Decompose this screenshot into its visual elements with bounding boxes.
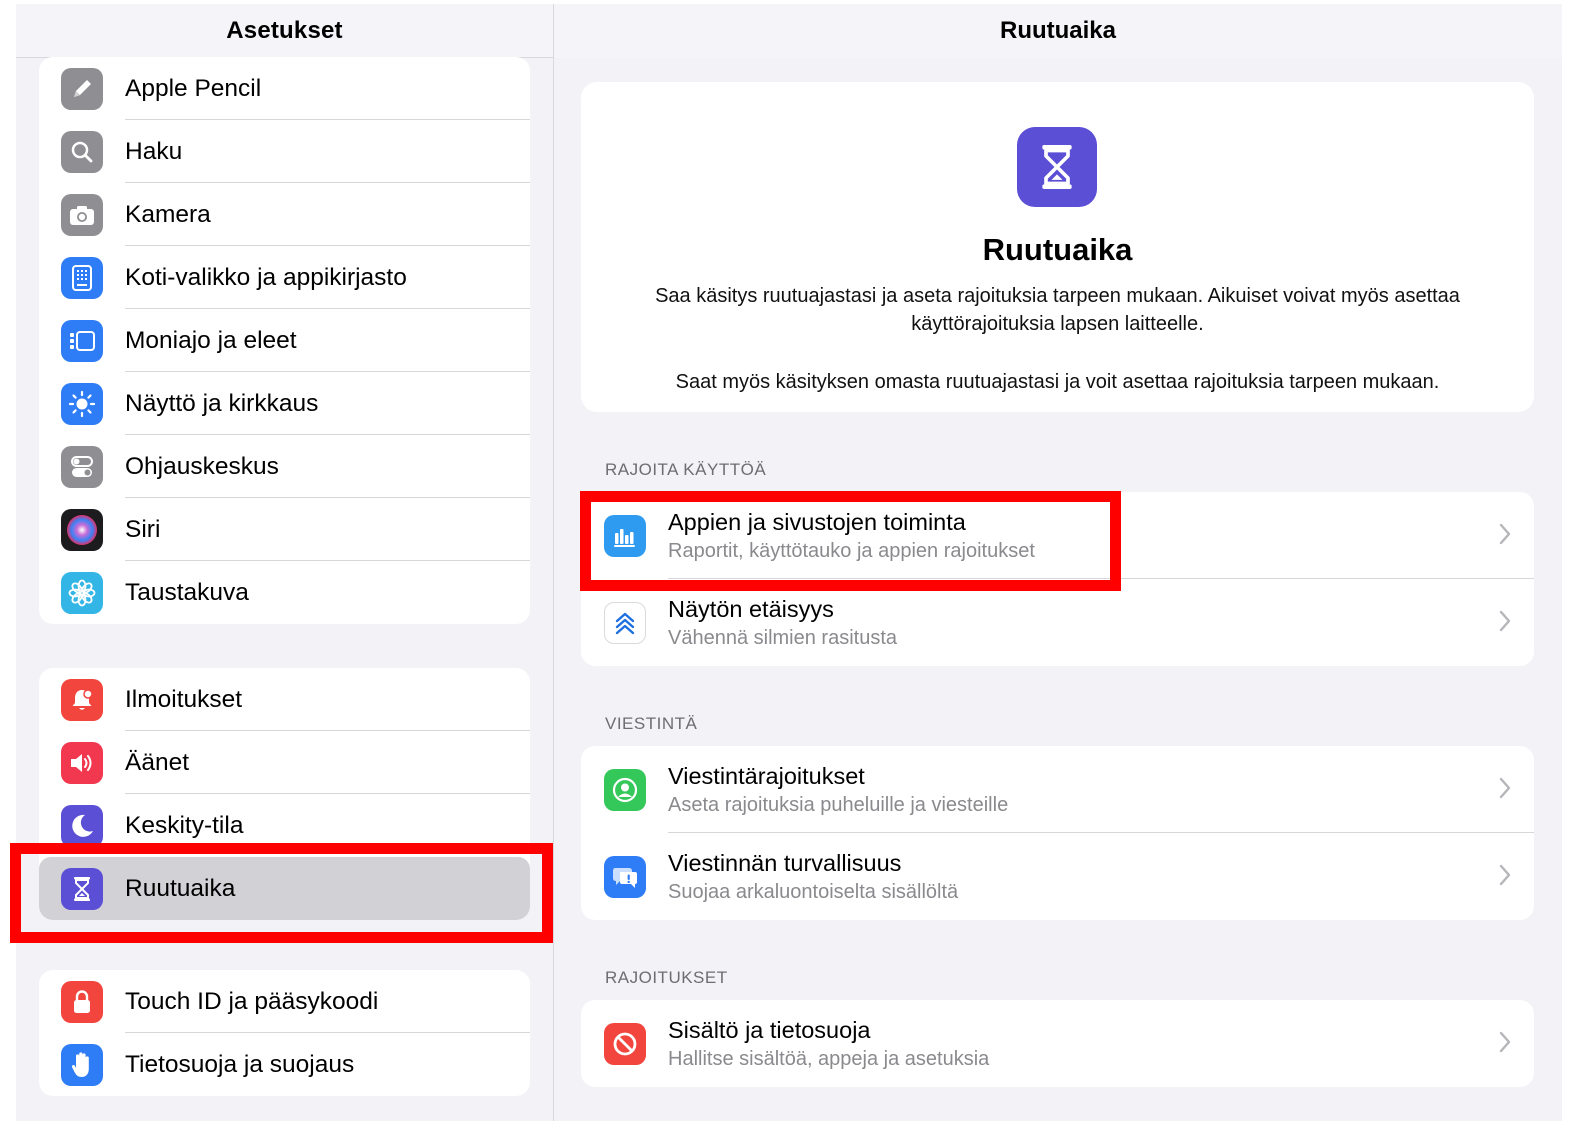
notification-bell-icon [61,678,103,721]
detail-pane: Ruutuaika Ruutuaika Saa käsitys ruutuaja… [554,4,1562,1121]
sidebar-group-general: Apple Pencil Haku Kamera Koti-valikko ja… [39,57,530,624]
row-title: Viestinnän turvallisuus [668,849,902,876]
row-title: Appien ja sivustojen toiminta [668,508,966,535]
chevron-right-icon [1499,523,1511,545]
detail-title: Ruutuaika [554,4,1562,58]
hourglass-icon [1017,127,1097,207]
hero-description: Saa käsitys ruutuajastasi ja aseta rajoi… [655,285,1460,335]
brightness-icon [61,382,103,425]
row-title: Viestintärajoitukset [668,762,865,789]
sidebar-item-siri[interactable]: Siri [39,498,530,561]
sidebar-item-ohjauskeskus[interactable]: Ohjauskeskus [39,435,530,498]
section-restrictions: Sisältö ja tietosuoja Hallitse sisältöä,… [581,1000,1534,1087]
sidebar-item-label: Taustakuva [125,578,249,606]
sidebar-item-aanet[interactable]: Äänet [39,731,530,794]
sidebar-item-label: Moniajo ja eleet [125,326,297,354]
row-subtitle: Hallitse sisältöä, appeja ja asetuksia [668,1047,990,1070]
row-title: Sisältö ja tietosuoja [668,1016,871,1043]
multitasking-icon [61,319,103,362]
sidebar-item-kamera[interactable]: Kamera [39,183,530,246]
sidebar-item-label: Ruutuaika [125,874,236,902]
chevron-right-icon [1499,1031,1511,1053]
camera-icon [61,193,103,236]
row-subtitle: Suojaa arkaluontoiselta sisällöltä [668,880,959,903]
communication-safety-row[interactable]: Viestinnän turvallisuus Suojaa arkaluont… [581,833,1534,920]
sidebar-item-label: Haku [125,137,183,165]
row-subtitle: Vähennä silmien rasitusta [668,626,898,649]
section-communication: Viestintärajoitukset Aseta rajoituksia p… [581,746,1534,920]
sidebar-item-taustakuva[interactable]: Taustakuva [39,561,530,624]
screen-distance-row[interactable]: Näytön etäisyys Vähennä silmien rasitust… [581,579,1534,666]
screen-time-hero-card: Ruutuaika Saa käsitys ruutuajastasi ja a… [581,82,1534,412]
flower-icon [61,571,103,614]
sidebar-item-label: Apple Pencil [125,74,262,102]
sidebar-item-apple-pencil[interactable]: Apple Pencil [39,57,530,120]
bar-chart-icon [604,514,646,557]
chevrons-up-icon [604,601,646,644]
sidebar-item-label: Keskity-tila [125,811,244,839]
search-icon [61,130,103,173]
hero-title: Ruutuaika [982,232,1133,267]
section-header: RAJOITA KÄYTTÖÄ [605,460,767,479]
message-warning-icon [604,855,646,898]
hand-icon [61,1043,103,1086]
sidebar-title: Asetukset [16,4,553,58]
row-title: Näytön etäisyys [668,595,834,622]
sidebar-item-label: Tietosuoja ja suojaus [125,1050,355,1078]
section-limit-usage: Appien ja sivustojen toiminta Raportit, … [581,492,1534,666]
chevron-right-icon [1499,610,1511,632]
row-subtitle: Aseta rajoituksia puheluille ja viesteil… [668,793,1009,816]
siri-icon [61,508,103,551]
sidebar-item-tietosuoja[interactable]: Tietosuoja ja suojaus [39,1033,530,1096]
section-header: RAJOITUKSET [605,968,728,987]
settings-sidebar: Asetukset Apple Pencil Haku Kamera Koti-… [16,4,553,1121]
sidebar-item-label: Äänet [125,748,190,776]
content-privacy-row[interactable]: Sisältö ja tietosuoja Hallitse sisältöä,… [581,1000,1534,1087]
sidebar-item-label: Näyttö ja kirkkaus [125,389,319,417]
sidebar-item-label: Koti-valikko ja appikirjasto [125,263,407,291]
section-header: VIESTINTÄ [605,714,698,733]
home-screen-icon [61,256,103,299]
sidebar-item-label: Ohjauskeskus [125,452,279,480]
communication-limits-row[interactable]: Viestintärajoitukset Aseta rajoituksia p… [581,746,1534,833]
restriction-icon [604,1022,646,1065]
sidebar-item-label: Touch ID ja pääsykoodi [125,987,379,1015]
speaker-icon [61,741,103,784]
hero-description-secondary: Saat myös käsityksen omasta ruutuajastas… [675,371,1440,393]
sidebar-group-security: Touch ID ja pääsykoodi Tietosuoja ja suo… [39,970,530,1096]
sidebar-item-keskity-tila[interactable]: Keskity-tila [39,794,530,857]
lock-icon [61,980,103,1023]
pencil-icon [61,67,103,110]
row-subtitle: Raportit, käyttötauko ja appien rajoituk… [668,539,1035,562]
moon-icon [61,804,103,847]
contact-icon [604,768,646,811]
sidebar-item-touch-id[interactable]: Touch ID ja pääsykoodi [39,970,530,1033]
sidebar-item-ruutuaika[interactable]: Ruutuaika [39,857,530,920]
chevron-right-icon [1499,777,1511,799]
sidebar-item-label: Siri [125,515,161,543]
sidebar-item-label: Ilmoitukset [125,685,243,713]
sidebar-group-notifications: Ilmoitukset Äänet Keskity-tila Ruutuaika [39,668,530,920]
sidebar-item-naytto[interactable]: Näyttö ja kirkkaus [39,372,530,435]
app-website-activity-row[interactable]: Appien ja sivustojen toiminta Raportit, … [581,492,1534,579]
sidebar-item-ilmoitukset[interactable]: Ilmoitukset [39,668,530,731]
sidebar-item-label: Kamera [125,200,211,228]
sidebar-item-koti-valikko[interactable]: Koti-valikko ja appikirjasto [39,246,530,309]
chevron-right-icon [1499,864,1511,886]
sidebar-item-moniajo[interactable]: Moniajo ja eleet [39,309,530,372]
hourglass-icon [61,867,103,910]
toggles-icon [61,445,103,488]
sidebar-item-haku[interactable]: Haku [39,120,530,183]
